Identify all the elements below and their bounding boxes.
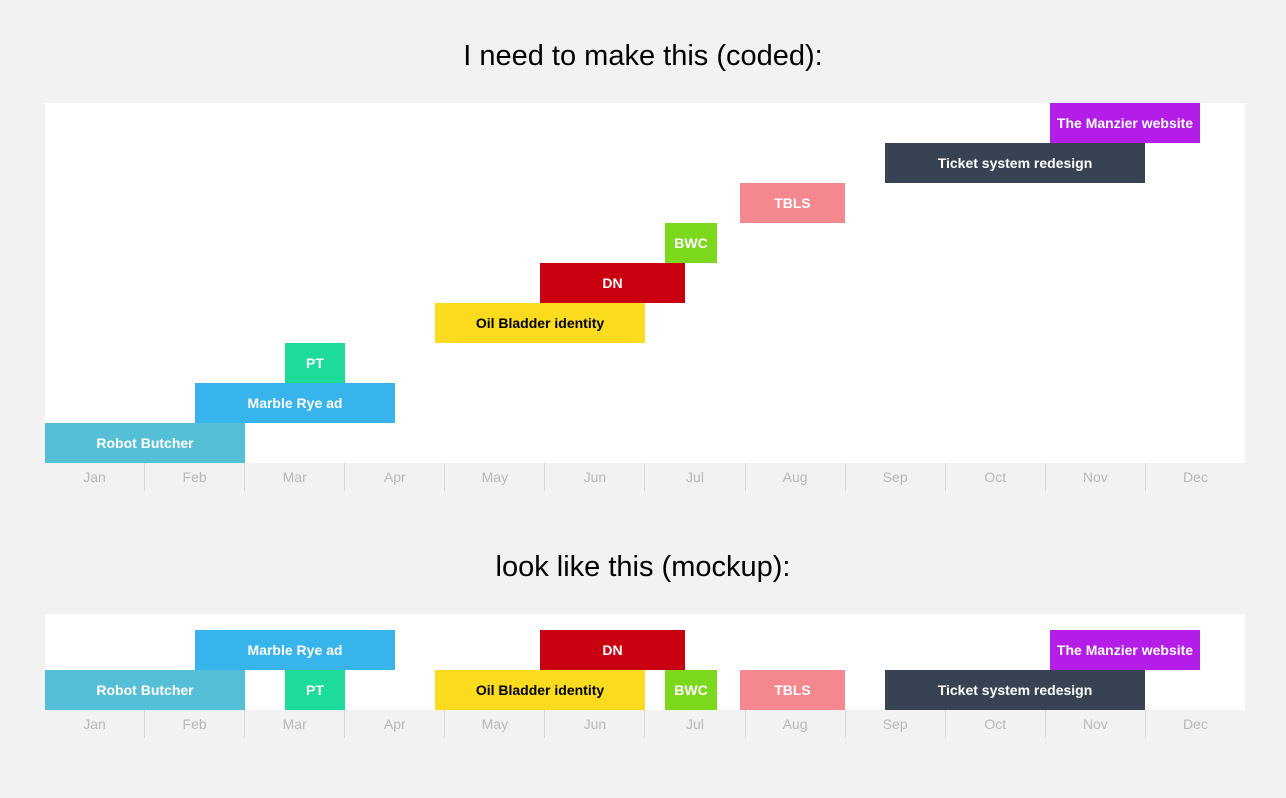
bar-robot: Robot Butcher [45, 423, 245, 463]
month-tick: Jul [644, 463, 744, 491]
month-tick: Mar [244, 710, 344, 738]
chart-coded: Robot ButcherMarble Rye adPT Oil Bladder … [45, 103, 1245, 463]
month-tick: Nov [1045, 710, 1145, 738]
bar-bwc: BWC [665, 223, 717, 263]
month-tick: Oct [945, 463, 1045, 491]
bar-bwc: BWC [665, 670, 717, 710]
bar-tbls: TBLS [740, 183, 845, 223]
bar-manzier: The Manzier website [1050, 630, 1200, 670]
chart-mockup: Robot ButcherMarble Rye adPT Oil Bladder … [45, 614, 1245, 710]
bar-robot: Robot Butcher [45, 670, 245, 710]
month-tick: Dec [1145, 710, 1245, 738]
month-tick: Jun [544, 710, 644, 738]
heading-mockup: look like this (mockup): [45, 551, 1241, 584]
month-tick: Oct [945, 710, 1045, 738]
month-tick: May [444, 710, 544, 738]
bar-tbls: TBLS [740, 670, 845, 710]
month-tick: Apr [344, 463, 444, 491]
bar-pt: PT [285, 343, 345, 383]
axis-coded: JanFebMarAprMayJunJulAugSepOctNovDec [45, 463, 1245, 491]
month-tick: Sep [845, 463, 945, 491]
bar-dn: DN [540, 263, 685, 303]
month-tick: Aug [745, 710, 845, 738]
month-tick: Jan [45, 463, 144, 491]
bar-marble: Marble Rye ad [195, 630, 395, 670]
month-tick: Aug [745, 463, 845, 491]
month-tick: Nov [1045, 463, 1145, 491]
bar-ticket: Ticket system redesign [885, 143, 1145, 183]
month-tick: Feb [144, 710, 244, 738]
heading-coded: I need to make this (coded): [45, 40, 1241, 73]
month-tick: Sep [845, 710, 945, 738]
bar-oil: Oil Bladder identity [435, 303, 645, 343]
month-tick: Dec [1145, 463, 1245, 491]
month-tick: Jul [644, 710, 744, 738]
axis-mockup: JanFebMarAprMayJunJulAugSepOctNovDec [45, 710, 1245, 738]
chart-coded-wrap: Robot ButcherMarble Rye adPT Oil Bladder … [45, 103, 1241, 491]
month-tick: Mar [244, 463, 344, 491]
bar-marble: Marble Rye ad [195, 383, 395, 423]
bar-oil: Oil Bladder identity [435, 670, 645, 710]
month-tick: Apr [344, 710, 444, 738]
month-tick: Jun [544, 463, 644, 491]
bar-dn: DN [540, 630, 685, 670]
month-tick: May [444, 463, 544, 491]
bar-ticket: Ticket system redesign [885, 670, 1145, 710]
month-tick: Jan [45, 710, 144, 738]
bar-manzier: The Manzier website [1050, 103, 1200, 143]
month-tick: Feb [144, 463, 244, 491]
bar-pt: PT [285, 670, 345, 710]
chart-mockup-wrap: Robot ButcherMarble Rye adPT Oil Bladder … [45, 614, 1241, 738]
